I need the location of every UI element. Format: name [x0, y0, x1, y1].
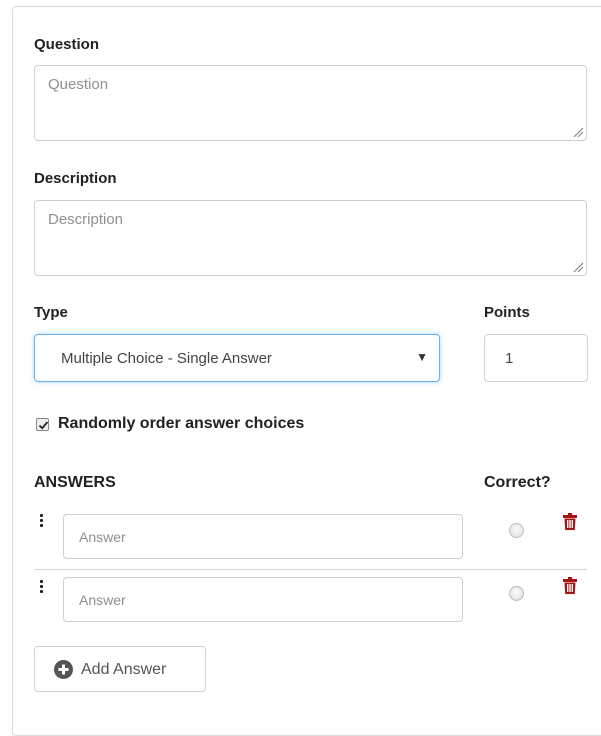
- correct-label: Correct?: [484, 474, 551, 491]
- points-label: Points: [484, 304, 530, 321]
- trash-icon[interactable]: [563, 513, 577, 530]
- correct-radio[interactable]: [509, 586, 524, 601]
- points-input[interactable]: [484, 334, 588, 382]
- answer-input[interactable]: [63, 577, 463, 622]
- correct-radio[interactable]: [509, 523, 524, 538]
- type-label: Type: [34, 304, 68, 321]
- drag-handle-icon[interactable]: [40, 514, 44, 530]
- checkbox-checked-icon: [38, 421, 49, 430]
- type-select[interactable]: Multiple Choice - Single Answer ▼: [34, 334, 440, 382]
- randomize-checkbox[interactable]: [36, 418, 49, 431]
- answers-heading: ANSWERS: [34, 474, 116, 491]
- type-select-value: Multiple Choice - Single Answer: [61, 350, 272, 367]
- question-textarea[interactable]: [34, 65, 587, 141]
- add-answer-label: Add Answer: [81, 661, 167, 678]
- answer-divider: [34, 569, 587, 570]
- description-textarea[interactable]: [34, 200, 587, 276]
- drag-handle-icon[interactable]: [40, 580, 44, 596]
- caret-down-icon: ▼: [416, 350, 428, 364]
- add-answer-button[interactable]: Add Answer: [34, 646, 206, 692]
- plus-circle-icon: [54, 660, 73, 679]
- description-label: Description: [34, 170, 117, 187]
- question-label: Question: [34, 36, 100, 53]
- randomize-label[interactable]: Randomly order answer choices: [58, 415, 304, 433]
- answer-input[interactable]: [63, 514, 463, 559]
- trash-icon[interactable]: [563, 577, 577, 594]
